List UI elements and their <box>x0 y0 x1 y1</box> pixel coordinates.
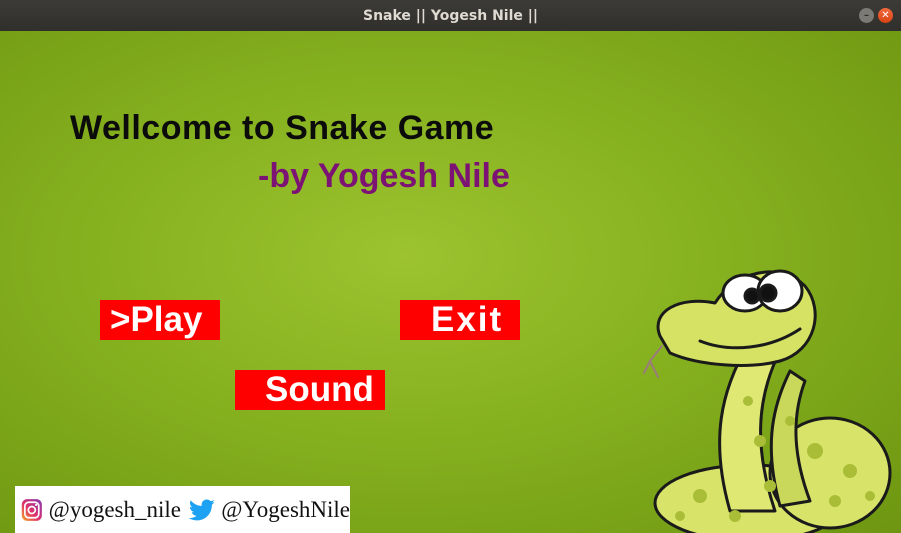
instagram-handle: @yogesh_nile <box>48 496 181 522</box>
instagram-icon <box>21 498 42 521</box>
exit-button[interactable]: Exit <box>400 300 520 340</box>
minimize-icon[interactable]: – <box>859 8 874 23</box>
close-icon[interactable]: ✕ <box>878 8 893 23</box>
window-title: Snake || Yogesh Nile || <box>363 7 538 24</box>
game-canvas: Wellcome to Snake Game -by Yogesh Nile >… <box>0 31 901 533</box>
twitter-icon <box>188 498 215 520</box>
play-button[interactable]: >Play <box>100 300 220 340</box>
twitter-handle: @YogeshNile <box>221 496 350 522</box>
welcome-heading: Wellcome to Snake Game <box>70 109 495 147</box>
title-bar: Snake || Yogesh Nile || – ✕ <box>0 0 901 31</box>
snake-mascot-icon <box>643 269 892 533</box>
social-banner: @yogesh_nile @YogeshNile <box>15 486 350 533</box>
game-window: Snake || Yogesh Nile || – ✕ Wellcome to … <box>0 0 901 533</box>
sound-button[interactable]: Sound <box>235 370 385 410</box>
author-byline: -by Yogesh Nile <box>258 157 510 195</box>
